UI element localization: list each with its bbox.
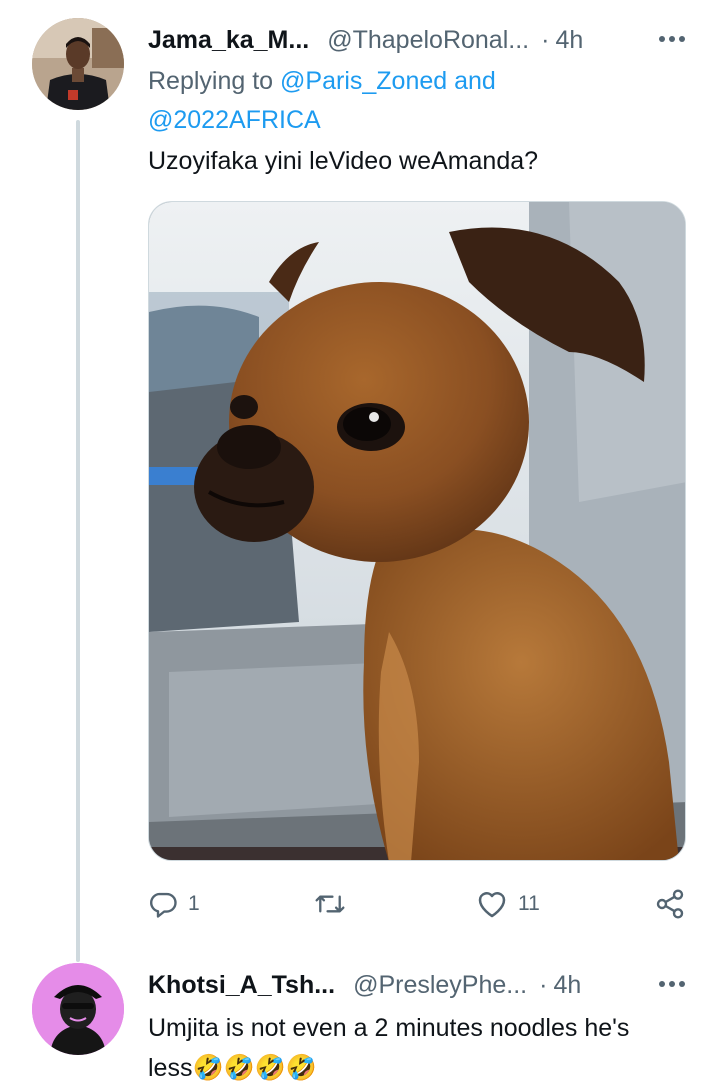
display-name[interactable]: Jama_ka_M... xyxy=(148,26,309,55)
tweet-header: Jama_ka_M... @ThapeloRonal... · 4h xyxy=(148,22,690,58)
replying-prefix: Replying to xyxy=(148,67,281,95)
tweet-actions: 1 11 xyxy=(148,884,688,924)
avatar[interactable] xyxy=(32,963,124,1055)
user-handle[interactable]: @ThapeloRonal... xyxy=(327,26,529,55)
like-button[interactable]: 11 xyxy=(476,884,540,924)
display-name[interactable]: Khotsi_A_Tsh... xyxy=(148,971,335,1000)
share-button[interactable] xyxy=(654,884,686,924)
separator-dot: · xyxy=(541,25,550,54)
reply-mention-2[interactable]: @2022AFRICA xyxy=(148,106,321,134)
avatar[interactable] xyxy=(32,18,124,110)
retweet-button[interactable] xyxy=(313,884,357,924)
reply-mention-1[interactable]: @Paris_Zoned xyxy=(280,67,447,95)
more-icon[interactable] xyxy=(654,24,690,54)
more-icon[interactable] xyxy=(654,969,690,999)
replying-to: Replying to @Paris_Zoned and @2022AFRICA xyxy=(148,62,568,140)
avatar-illustration xyxy=(32,963,124,1055)
tweet-text-line-2: less🤣🤣🤣🤣 xyxy=(148,1054,317,1082)
tweet-media[interactable] xyxy=(148,201,686,861)
reply-button[interactable]: 1 xyxy=(148,884,200,924)
avatar-photo xyxy=(32,18,124,110)
timestamp[interactable]: 4h xyxy=(555,26,583,55)
tweet-text-line-1: Umjita is not even a 2 minutes noodles h… xyxy=(148,1014,630,1042)
separator-dot: · xyxy=(539,970,548,999)
reply-icon xyxy=(150,892,177,918)
reply-and[interactable]: and xyxy=(447,67,496,95)
thread-line xyxy=(76,120,80,962)
user-handle[interactable]: @PresleyPhe... xyxy=(353,971,527,1000)
dog-photo xyxy=(149,202,685,860)
timestamp[interactable]: 4h xyxy=(553,971,581,1000)
tweet-text: Uzoyifaka yini leVideo weAmanda? xyxy=(148,147,539,175)
retweet-icon xyxy=(315,895,345,913)
share-icon xyxy=(656,889,684,919)
tweet-text: Umjita is not even a 2 minutes noodles h… xyxy=(148,1008,708,1088)
tweet-header: Khotsi_A_Tsh... @PresleyPhe... · 4h xyxy=(148,967,690,1003)
reply-count: 1 xyxy=(188,892,200,915)
like-icon xyxy=(478,892,506,918)
like-count: 11 xyxy=(518,892,540,915)
